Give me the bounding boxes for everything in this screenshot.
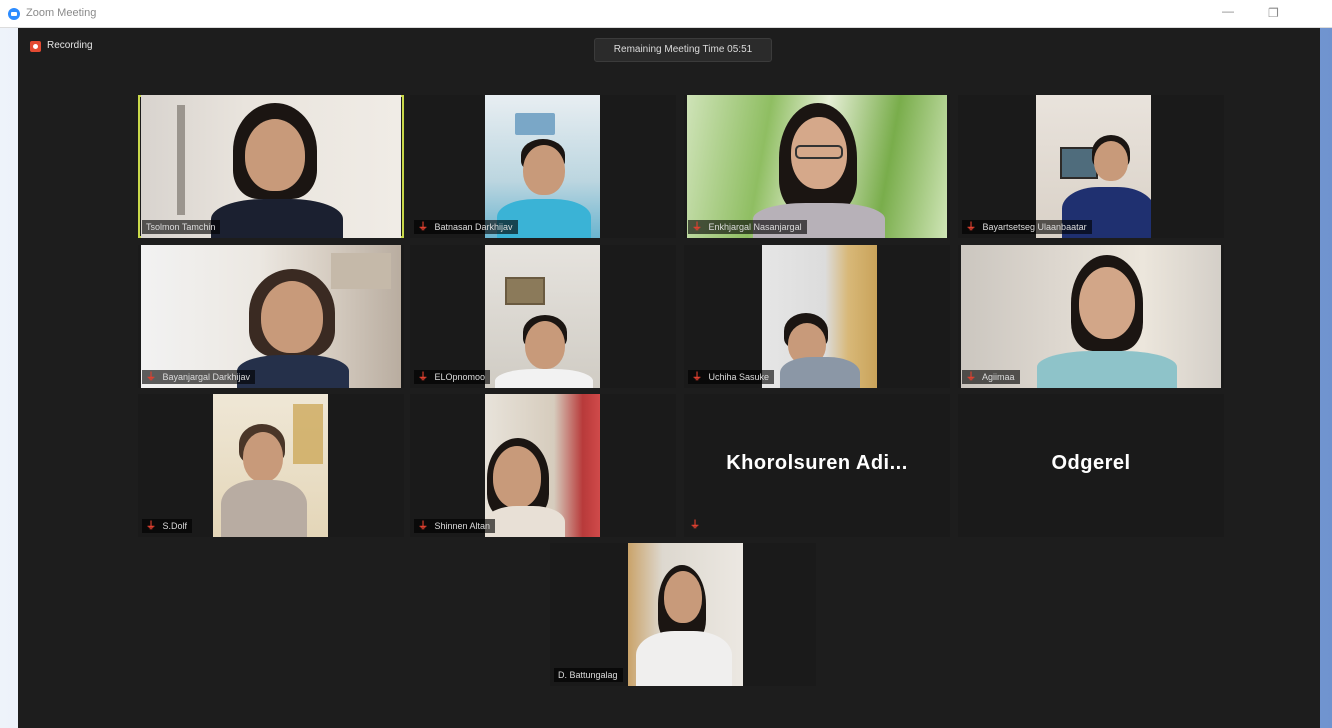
- participant-name: Khorolsuren Adi...: [726, 452, 908, 474]
- participant-name: Uchiha Sasuke: [708, 372, 770, 382]
- muted-microphone-icon: ⏚: [690, 520, 700, 531]
- participant-name: S.Dolf: [162, 521, 188, 531]
- participant-name: Enkhjargal Nasanjargal: [708, 222, 802, 232]
- remaining-meeting-time: Remaining Meeting Time 05:51: [594, 38, 772, 62]
- participant-name: Agiimaa: [982, 372, 1015, 382]
- zoom-logo-icon: [8, 8, 20, 20]
- muted-microphone-icon: ⏚: [146, 372, 156, 383]
- muted-microphone-icon: ⏚: [418, 372, 428, 383]
- muted-microphone-icon: ⏚: [692, 222, 702, 233]
- participant-name: Shinnen Altan: [434, 521, 491, 531]
- meeting-area: Recording Remaining Meeting Time 05:51 T…: [18, 28, 1320, 728]
- participant-tile[interactable]: Odgerel: [958, 394, 1224, 537]
- participant-video: [687, 95, 947, 238]
- muted-microphone-icon: ⏚: [146, 521, 156, 532]
- participant-name-tag: ⏚ Enkhjargal Nasanjargal: [688, 220, 807, 234]
- participant-video: [762, 245, 877, 388]
- participant-name: D. Battungalag: [558, 670, 618, 680]
- recording-label: Recording: [47, 40, 93, 51]
- participant-tile[interactable]: ⏚ Shinnen Altan: [410, 394, 676, 537]
- participant-name-tag: ⏚ Agiimaa: [962, 370, 1020, 384]
- participant-name-tag: ⏚ S.Dolf: [142, 519, 193, 533]
- participant-name-tag: ⏚ Shinnen Altan: [414, 519, 496, 533]
- participant-name: Bayartsetseg Ulaanbaatar: [982, 222, 1087, 232]
- participant-tile[interactable]: Khorolsuren Adi... ⏚: [684, 394, 950, 537]
- participant-video: [485, 95, 600, 238]
- muted-microphone-icon: ⏚: [418, 222, 428, 233]
- title-bar: Zoom Meeting — ❐: [0, 0, 1332, 28]
- minimize-button[interactable]: —: [1222, 4, 1234, 18]
- participant-name-tag: ⏚ Bayanjargal Darkhijav: [142, 370, 256, 384]
- muted-microphone-icon: ⏚: [418, 521, 428, 532]
- participant-video: [213, 394, 328, 537]
- participant-name: Tsolmon Tamchin: [146, 222, 216, 232]
- window-title: Zoom Meeting: [26, 7, 97, 19]
- participant-tile[interactable]: ⏚ Uchiha Sasuke: [684, 245, 950, 388]
- participant-name-tag: ⏚ Bayartsetseg Ulaanbaatar: [962, 220, 1092, 234]
- muted-microphone-icon: ⏚: [966, 372, 976, 383]
- participant-tile[interactable]: ⏚ Bayanjargal Darkhijav: [138, 245, 404, 388]
- participant-name-tag: D. Battungalag: [554, 668, 623, 682]
- participant-tile[interactable]: ⏚ Bayartsetseg Ulaanbaatar: [958, 95, 1224, 238]
- recording-icon: [30, 41, 41, 52]
- participant-name: Bayanjargal Darkhijav: [162, 372, 251, 382]
- participant-tile[interactable]: ⏚ S.Dolf: [138, 394, 404, 537]
- participant-video: [141, 245, 401, 388]
- participant-tile[interactable]: ⏚ ELOpnomoo: [410, 245, 676, 388]
- participant-name-tag: ⏚ Batnasan Darkhijav: [414, 220, 518, 234]
- participant-name: Odgerel: [1051, 452, 1131, 474]
- muted-microphone-icon: ⏚: [692, 372, 702, 383]
- muted-microphone-icon: ⏚: [966, 222, 976, 233]
- participant-name-tag: Tsolmon Tamchin: [142, 220, 221, 234]
- participant-name-tag: ⏚ Uchiha Sasuke: [688, 370, 775, 384]
- participant-tile[interactable]: ⏚ Enkhjargal Nasanjargal: [684, 95, 950, 238]
- participant-video: [1036, 95, 1151, 238]
- participant-name: Batnasan Darkhijav: [434, 222, 513, 232]
- participant-tile[interactable]: ⏚ Batnasan Darkhijav: [410, 95, 676, 238]
- participant-tile[interactable]: ⏚ Agiimaa: [958, 245, 1224, 388]
- participant-video: [628, 543, 743, 686]
- participant-video: [485, 394, 600, 537]
- participant-tile[interactable]: Tsolmon Tamchin: [138, 95, 404, 238]
- participant-name-tag: ⏚ ELOpnomoo: [414, 370, 491, 384]
- participant-tile[interactable]: D. Battungalag: [550, 543, 816, 686]
- participant-video: [961, 245, 1221, 388]
- participant-video: [485, 245, 600, 388]
- restore-button[interactable]: ❐: [1268, 6, 1279, 20]
- participant-video: [141, 95, 401, 238]
- participant-name: ELOpnomoo: [434, 372, 486, 382]
